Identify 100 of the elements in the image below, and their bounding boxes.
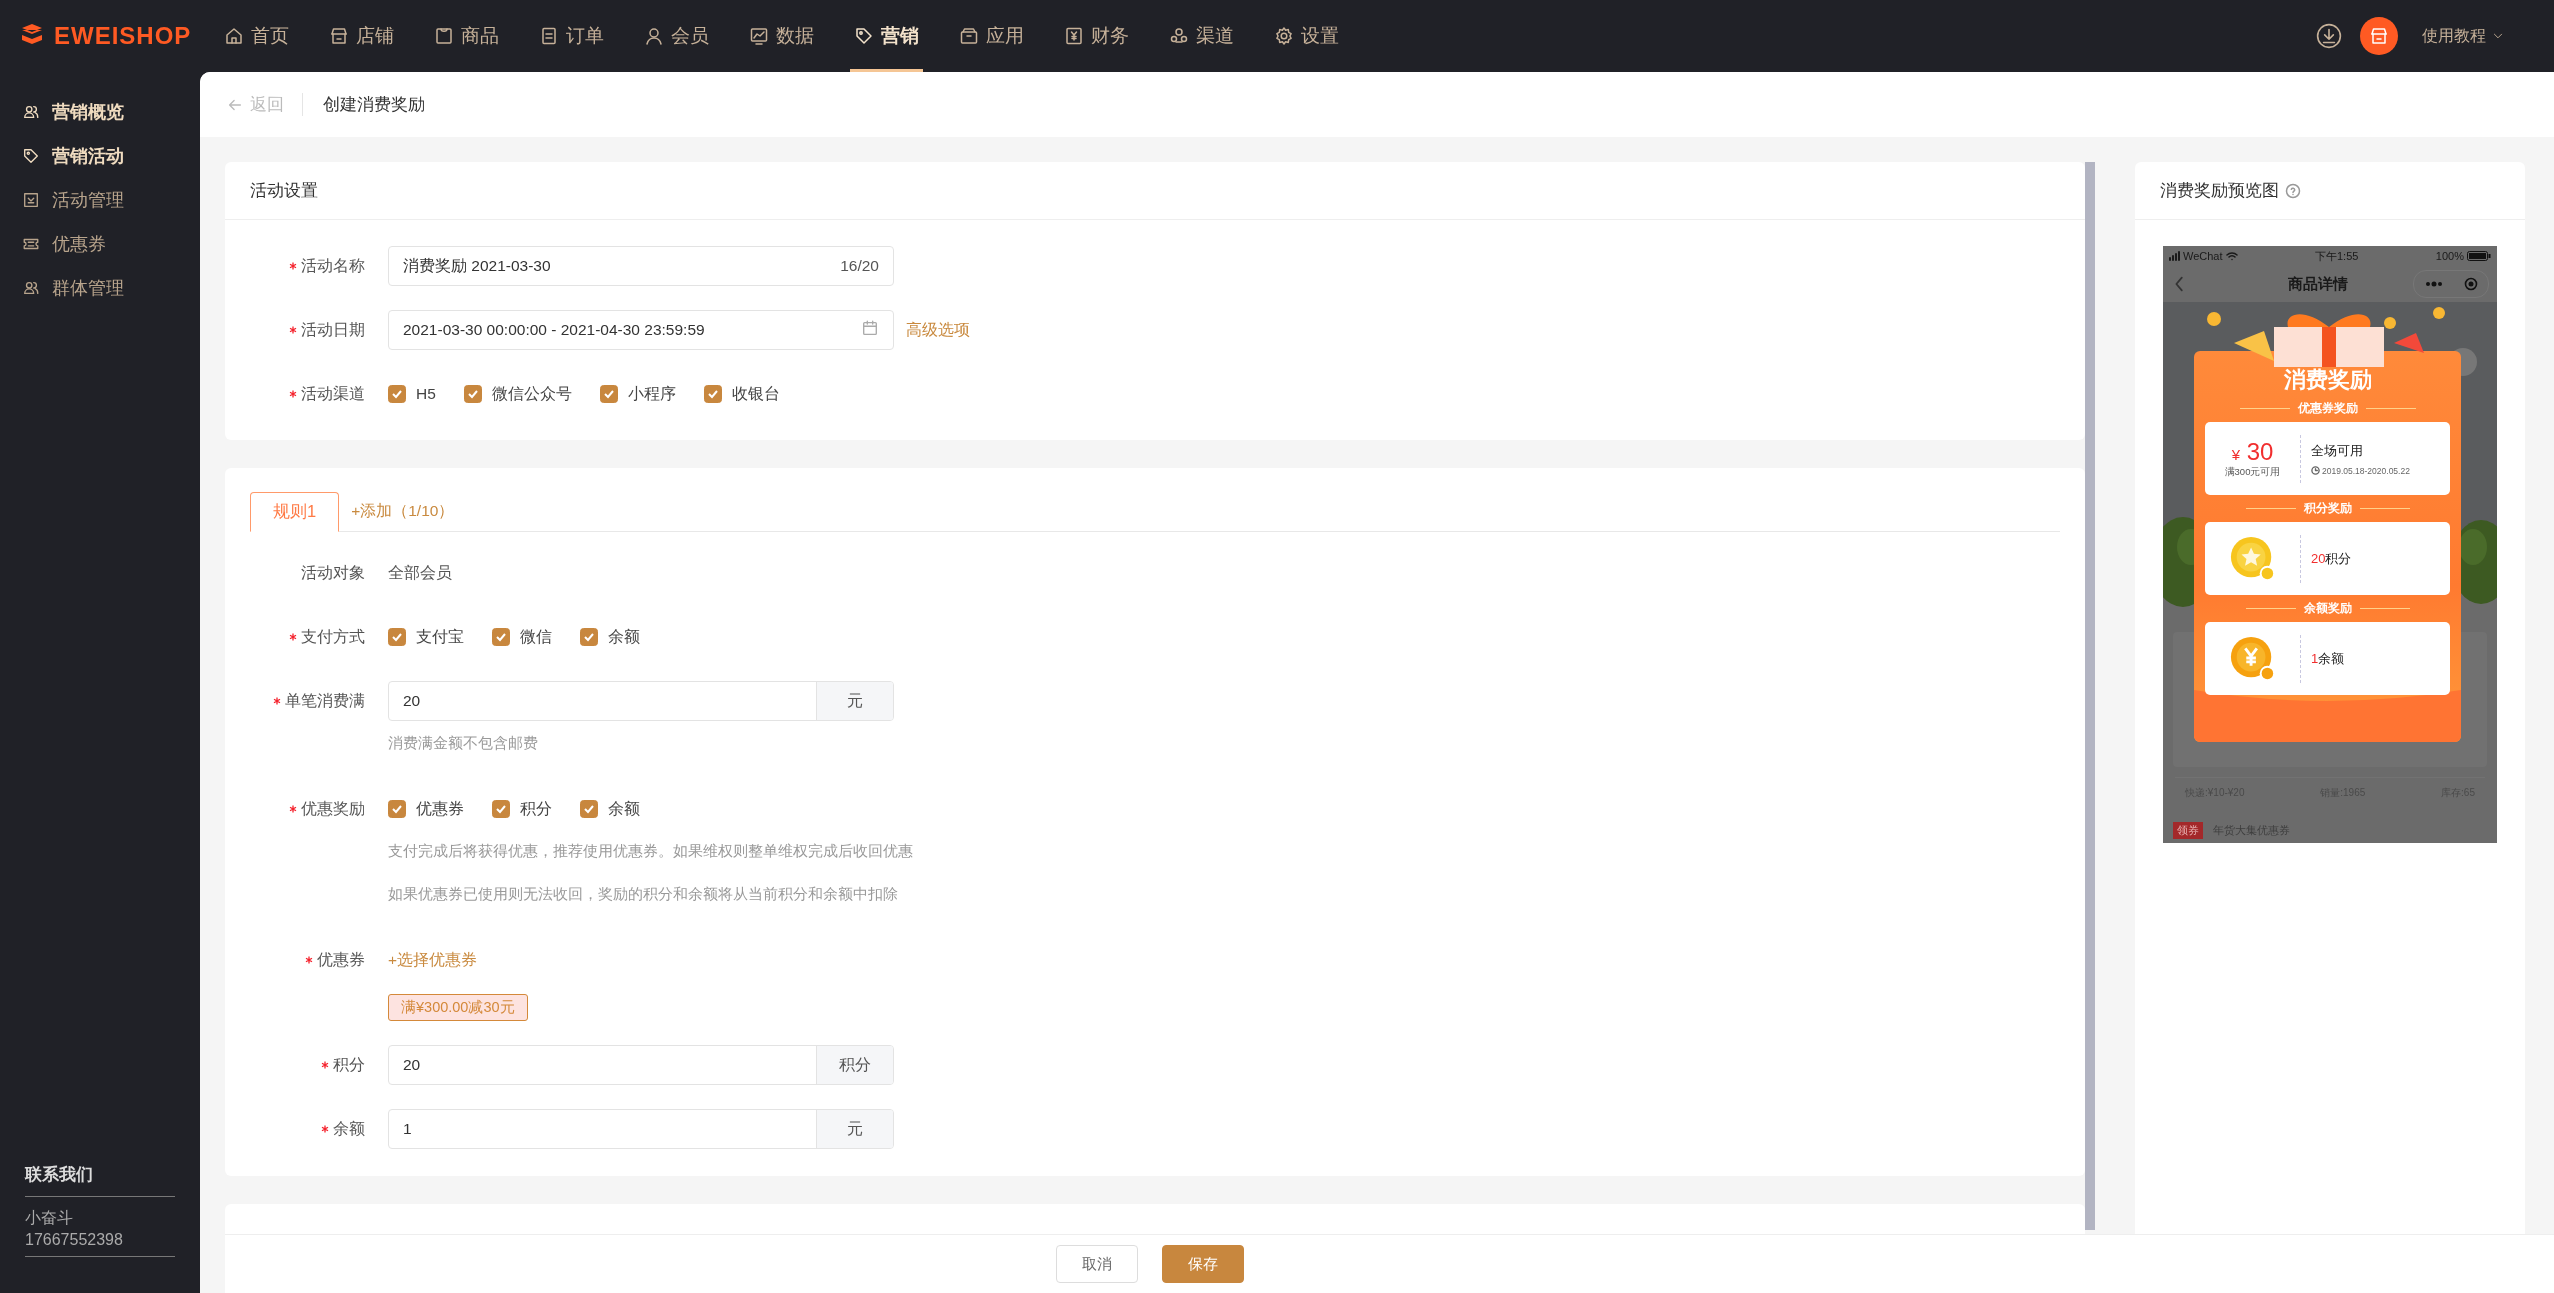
calendar-icon — [861, 319, 879, 337]
coupon-tag: 满¥300.00减30元 — [388, 994, 528, 1021]
carrier-text: WeChat — [2183, 250, 2223, 262]
checkbox[interactable] — [388, 800, 406, 818]
checkbox-label[interactable]: 积分 — [520, 798, 552, 820]
field-value: 全部会员 — [388, 563, 452, 583]
nav-tab[interactable]: 订单 — [535, 0, 608, 72]
checkbox-label[interactable]: 微信公众号 — [491, 383, 572, 405]
number-field[interactable]: 1 元 — [388, 1109, 894, 1149]
contact-title: 联系我们 — [25, 1163, 175, 1197]
wifi-icon — [2225, 251, 2238, 261]
section-heading: 积分奖励 — [2303, 500, 2352, 517]
chart-icon — [749, 26, 769, 46]
section-heading: 余额奖励 — [2303, 600, 2352, 617]
checkbox[interactable] — [388, 385, 406, 403]
person-icon — [644, 26, 664, 46]
more-icon[interactable] — [2424, 280, 2444, 288]
nav-tab[interactable]: 会员 — [640, 0, 713, 72]
yen-icon — [1064, 26, 1084, 46]
battery-text: 100% — [2435, 250, 2464, 262]
checkbox-label[interactable]: 余额 — [608, 626, 640, 648]
sidebar-item[interactable]: 群体管理 — [0, 266, 200, 310]
field-label: 活动日期 — [301, 320, 365, 340]
cancel-button[interactable]: 取消 — [1055, 1245, 1138, 1283]
home-icon — [224, 26, 244, 46]
page-title: 商品详情 — [2287, 274, 2349, 294]
store-avatar[interactable] — [2360, 17, 2398, 55]
signal-icon — [2169, 251, 2180, 261]
download-icon — [2316, 23, 2342, 49]
field-label: 积分 — [333, 1055, 365, 1075]
nav-tab[interactable]: 店铺 — [325, 0, 398, 72]
sidebar-item[interactable]: 优惠券 — [0, 222, 200, 266]
coupon-scope: 全场可用 — [2311, 441, 2364, 460]
store-icon — [329, 26, 349, 46]
checkbox-label[interactable]: 优惠券 — [416, 798, 464, 820]
nav-tab[interactable]: 首页 — [220, 0, 293, 72]
checkbox[interactable] — [388, 628, 406, 646]
contact-phone: 17667552398 — [25, 1230, 124, 1250]
nav-tab[interactable]: 应用 — [955, 0, 1028, 72]
nav-tab[interactable]: 设置 — [1270, 0, 1343, 72]
hint-text: 如果优惠券已使用则无法收回，奖励的积分和余额将从当前积分和余额中扣除 — [388, 885, 899, 904]
people-icon — [22, 103, 40, 121]
field-label: 余额 — [333, 1119, 365, 1139]
checkbox[interactable] — [492, 800, 510, 818]
checkbox-label[interactable]: 支付宝 — [416, 626, 464, 648]
checkbox-label[interactable]: H5 — [416, 385, 436, 403]
number-field[interactable]: 20 积分 — [388, 1045, 894, 1085]
coupon-badge: 领券 — [2173, 822, 2203, 839]
nav-tab[interactable]: 渠道 — [1165, 0, 1238, 72]
text-field[interactable]: 消费奖励 2021-03-30 16/20 — [388, 246, 894, 286]
hint-text: 消费满金额不包含邮费 — [388, 734, 539, 753]
clock-icon — [2311, 466, 2320, 475]
battery-icon — [2467, 251, 2491, 261]
store-icon — [2369, 26, 2389, 46]
checkbox[interactable] — [492, 628, 510, 646]
frame-icon — [22, 191, 40, 209]
page-title: 创建消费奖励 — [323, 94, 425, 116]
document-icon — [539, 26, 559, 46]
field-label: 活动对象 — [301, 563, 365, 583]
tag-icon — [854, 26, 874, 46]
checkbox-label[interactable]: 微信 — [520, 626, 552, 648]
coupon-amount: ¥ 30 — [2231, 438, 2274, 466]
box-icon — [959, 26, 979, 46]
checkbox[interactable] — [599, 385, 618, 403]
field-label: 优惠券 — [317, 950, 365, 970]
field-label: 活动名称 — [301, 256, 365, 276]
validity-text: 2019.05.18-2020.05.22 — [2322, 465, 2410, 476]
reward-amount: 1余额 — [2311, 649, 2345, 668]
bag-icon — [434, 26, 454, 46]
help-menu[interactable]: 使用教程 — [2416, 24, 2510, 48]
hint-text: 支付完成后将获得优惠，推荐使用优惠券。如果维权则整单维权完成后收回优惠 — [388, 842, 913, 861]
field-label: 支付方式 — [301, 627, 365, 647]
people-icon — [22, 279, 40, 297]
nav-tab[interactable]: 财务 — [1060, 0, 1133, 72]
reward-amount: 20积分 — [2311, 549, 2352, 568]
nav-tab[interactable]: 商品 — [430, 0, 503, 72]
checkbox[interactable] — [580, 800, 598, 818]
checkbox-label[interactable]: 收银台 — [731, 383, 780, 405]
field-label: 优惠奖励 — [301, 799, 365, 819]
number-field[interactable]: 20 元 — [388, 681, 894, 721]
checkbox-label[interactable]: 余额 — [608, 798, 640, 820]
settings-icon — [1274, 26, 1294, 46]
nav-tab[interactable]: 数据 — [745, 0, 818, 72]
checkbox[interactable] — [463, 385, 482, 403]
sidebar-item[interactable]: 活动管理 — [0, 178, 200, 222]
help-icon — [2285, 182, 2301, 199]
card-title: 消费奖励预览图 — [2160, 180, 2279, 202]
checkbox-label[interactable]: 小程序 — [627, 383, 676, 405]
sidebar-item[interactable]: 营销概览 — [0, 90, 200, 134]
sidebar-item[interactable]: 营销活动 — [0, 134, 200, 178]
capsule-menu[interactable] — [2413, 270, 2489, 298]
checkbox[interactable] — [580, 628, 598, 646]
target-icon[interactable] — [2464, 277, 2478, 291]
date-range-field[interactable]: 2021-03-30 00:00:00 - 2021-04-30 23:59:59 — [388, 310, 894, 350]
popup-title: 消费奖励 — [2283, 366, 2372, 394]
people-icon — [1169, 26, 1189, 46]
checkbox[interactable] — [703, 385, 722, 403]
scrollbar[interactable] — [2085, 162, 2095, 1230]
section-heading: 优惠券奖励 — [2297, 400, 2358, 417]
status-time: 下午1:55 — [2315, 248, 2359, 264]
